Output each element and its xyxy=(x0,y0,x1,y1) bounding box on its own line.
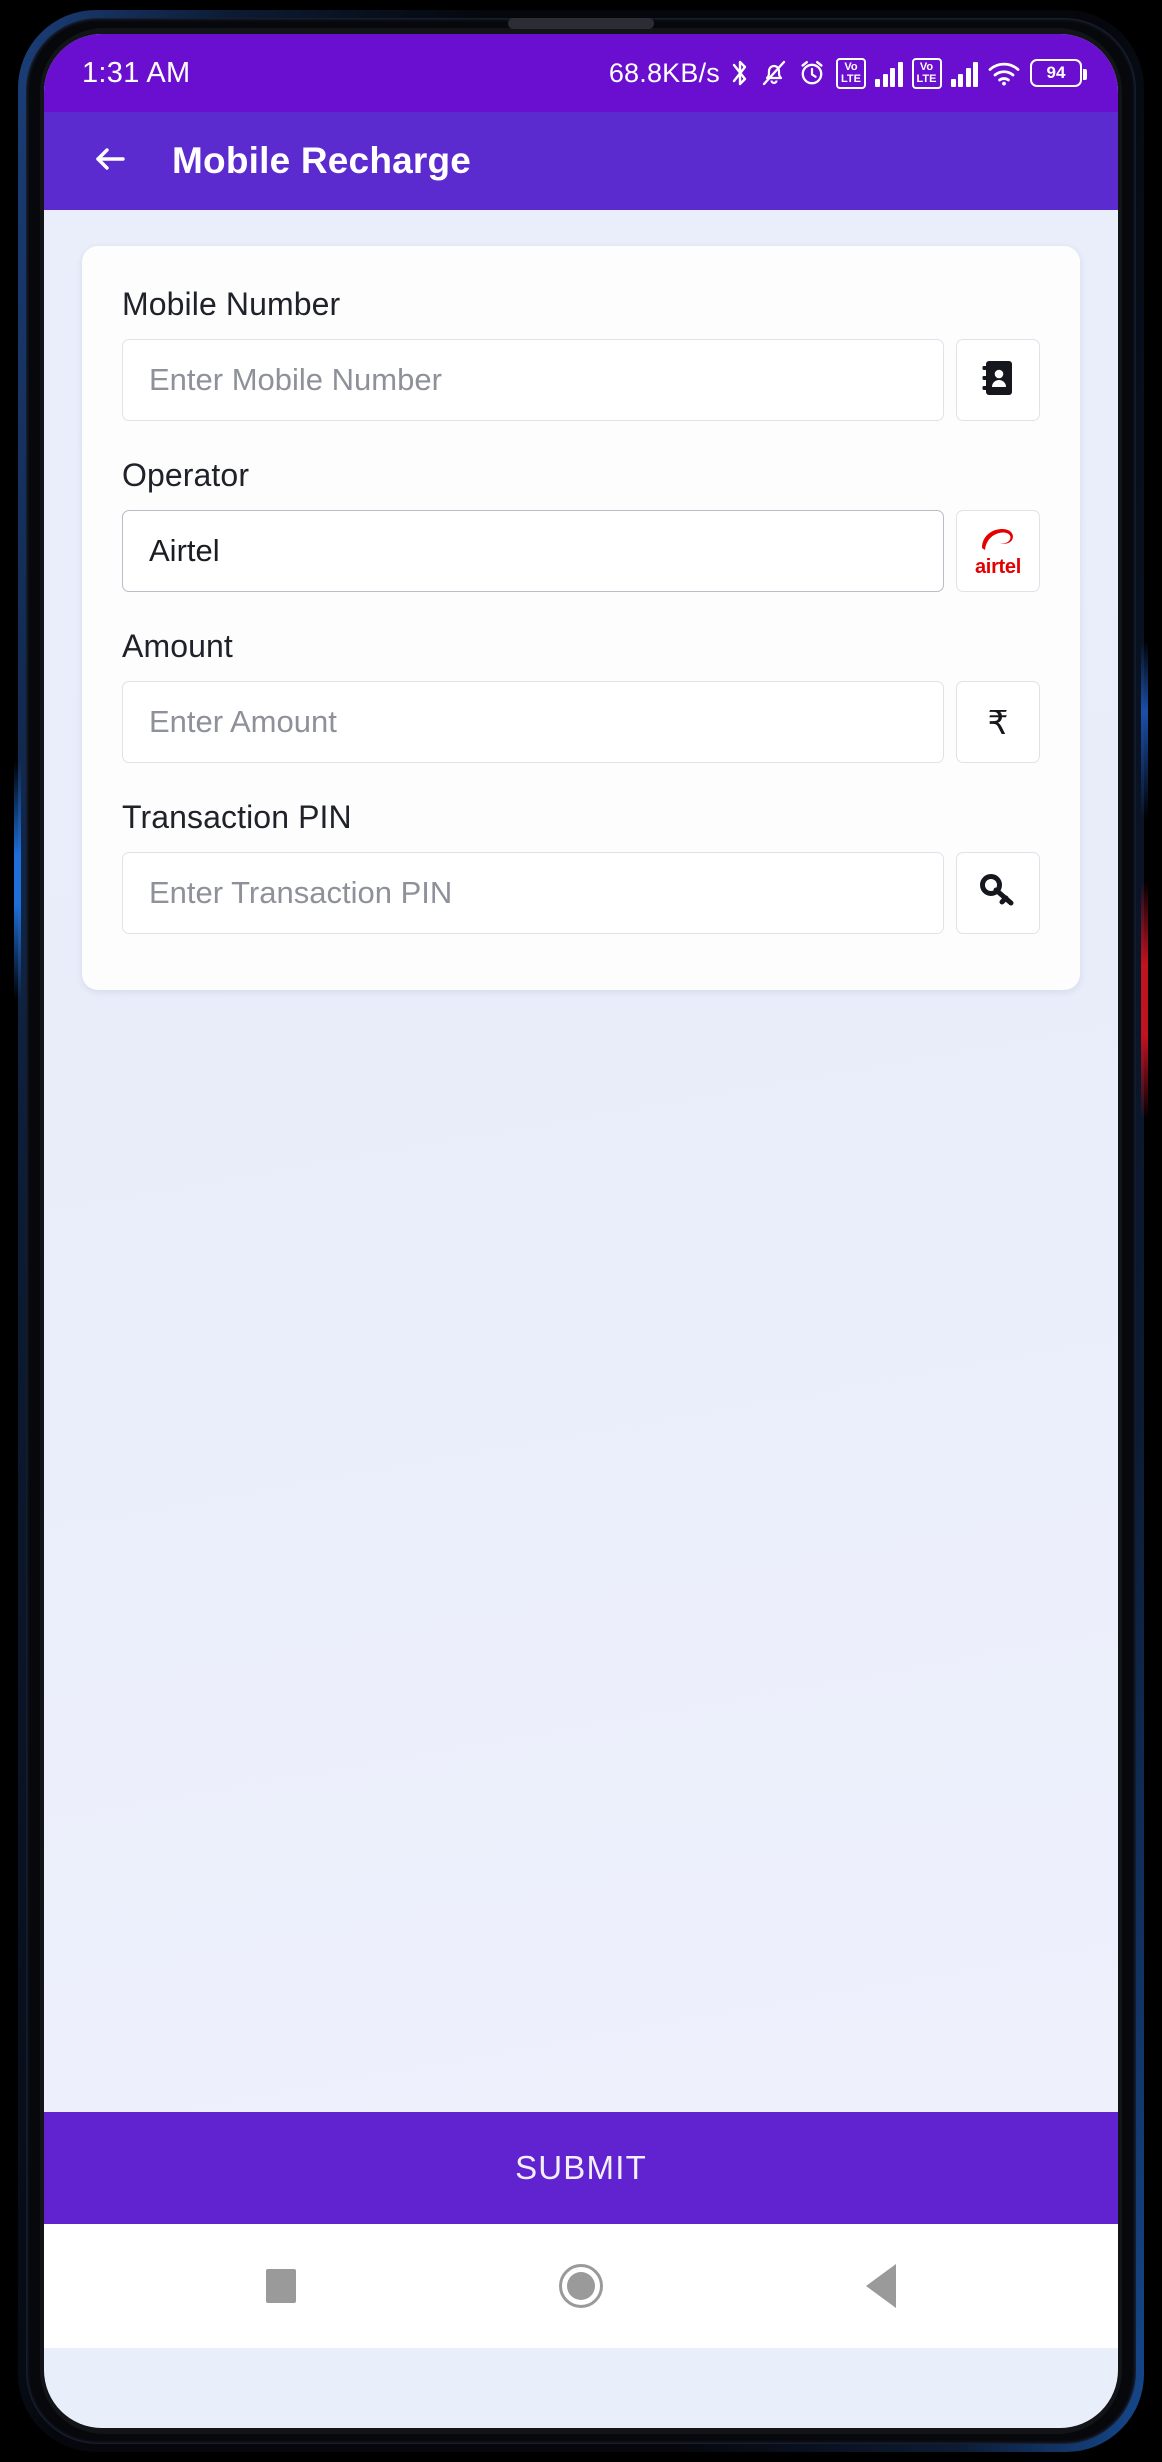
volte-label-bottom: LTE xyxy=(841,72,861,85)
home-button[interactable] xyxy=(558,2264,603,2308)
label-operator: Operator xyxy=(122,457,250,493)
recents-button[interactable] xyxy=(265,2269,296,2303)
phone-screen: 1:31 AM 68.8KB/s Vo LTE Vo LTE 94 Mobile… xyxy=(44,34,1118,2428)
device-edge-highlight-right-upper xyxy=(1141,640,1148,820)
battery-percent-label: 94 xyxy=(1046,63,1066,82)
pin-key-box xyxy=(956,852,1040,934)
volte2-label-top: Vo xyxy=(919,60,934,73)
status-bar-clock: 1:31 AM xyxy=(82,56,191,89)
wifi-icon xyxy=(987,58,1021,88)
contacts-book-icon xyxy=(979,357,1017,404)
recharge-form-card: Mobile Number Enter Mobile Number Operat… xyxy=(82,246,1080,990)
device-edge-highlight-left xyxy=(14,760,21,1000)
field-group-amount: Amount Enter Amount ₹ xyxy=(122,628,1040,763)
status-bar-icons: 68.8KB/s Vo LTE Vo LTE 94 xyxy=(608,57,1087,89)
notifications-silenced-icon xyxy=(760,58,788,88)
label-mobile-number: Mobile Number xyxy=(122,286,341,322)
bluetooth-icon xyxy=(729,58,751,88)
field-group-operator: Operator Airtel airtel xyxy=(122,457,1040,592)
system-navigation-bar xyxy=(44,2224,1118,2348)
row-operator: Airtel airtel xyxy=(122,510,1040,592)
arrow-left-icon xyxy=(89,138,131,185)
contacts-picker-button[interactable] xyxy=(956,339,1040,421)
row-transaction-pin: Enter Transaction PIN xyxy=(122,852,1040,934)
label-amount: Amount xyxy=(122,628,233,664)
transaction-pin-input[interactable]: Enter Transaction PIN xyxy=(122,852,944,934)
square-icon xyxy=(265,2269,296,2303)
page-title: Mobile Recharge xyxy=(172,140,472,181)
submit-button[interactable]: SUBMIT xyxy=(44,2112,1118,2224)
status-bar: 1:31 AM 68.8KB/s Vo LTE Vo LTE 94 xyxy=(44,34,1118,112)
signal-sim2-icon xyxy=(950,59,978,87)
rupee-icon: ₹ xyxy=(987,703,1009,741)
triangle-left-icon xyxy=(866,2264,897,2308)
earpiece-speaker xyxy=(508,18,654,29)
volte-sim1-icon: Vo LTE xyxy=(836,57,866,89)
row-mobile-number: Enter Mobile Number xyxy=(122,339,1040,421)
operator-logo-box: airtel xyxy=(956,510,1040,592)
back-navigation-button[interactable] xyxy=(84,135,136,187)
battery-indicator: 94 xyxy=(1030,59,1087,87)
app-bar: Mobile Recharge xyxy=(44,112,1118,210)
field-group-transaction-pin: Transaction PIN Enter Transaction PIN xyxy=(122,799,1040,934)
volte2-label-bottom: LTE xyxy=(916,72,937,85)
operator-select[interactable]: Airtel xyxy=(122,510,944,592)
circle-icon xyxy=(558,2264,603,2308)
key-icon xyxy=(977,870,1019,917)
signal-sim1-icon xyxy=(875,59,903,87)
row-amount: Enter Amount ₹ xyxy=(122,681,1040,763)
label-transaction-pin: Transaction PIN xyxy=(122,799,352,835)
airtel-wordmark: airtel xyxy=(974,555,1021,578)
device-edge-highlight-right xyxy=(1141,880,1148,1120)
page-content: Mobile Number Enter Mobile Number Operat… xyxy=(44,210,1118,2112)
amount-input[interactable]: Enter Amount xyxy=(122,681,944,763)
system-back-button[interactable] xyxy=(866,2264,897,2308)
airtel-logo-icon: airtel xyxy=(975,526,1021,577)
network-speed-indicator: 68.8KB/s xyxy=(608,57,720,88)
currency-box: ₹ xyxy=(956,681,1040,763)
phone-device-frame: 1:31 AM 68.8KB/s Vo LTE Vo LTE 94 Mobile… xyxy=(0,0,1162,2462)
volte-sim2-icon: Vo LTE xyxy=(911,57,942,89)
volte-label-top: Vo xyxy=(844,60,858,73)
field-group-mobile-number: Mobile Number Enter Mobile Number xyxy=(122,286,1040,421)
mobile-number-input[interactable]: Enter Mobile Number xyxy=(122,339,944,421)
alarm-icon xyxy=(797,58,827,88)
